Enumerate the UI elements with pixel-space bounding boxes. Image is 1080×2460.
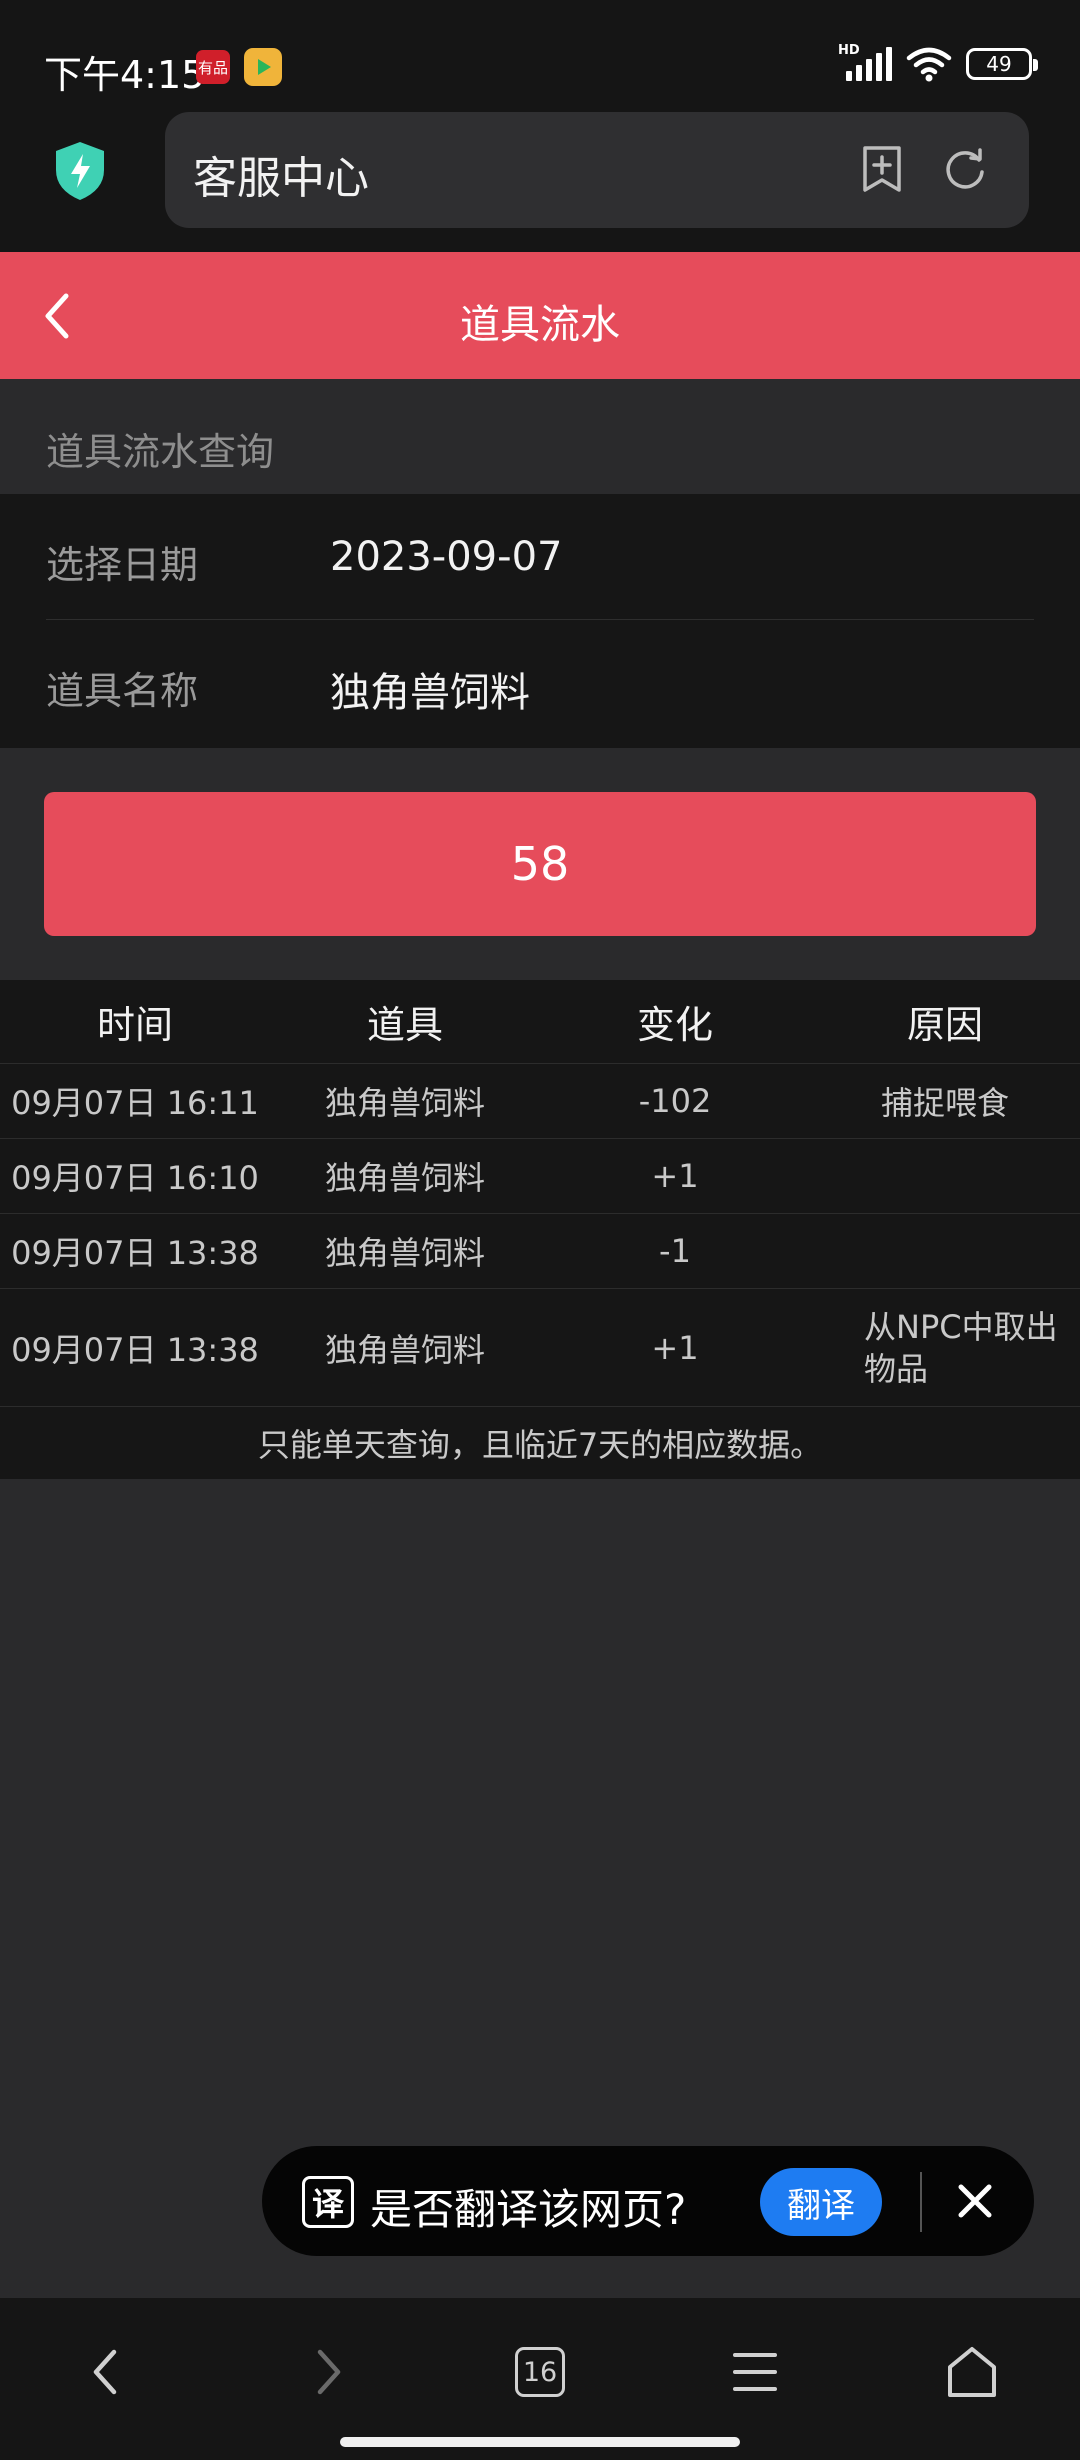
forward-icon xyxy=(317,2349,341,2395)
browser-toolbar: 客服中心 xyxy=(0,110,1080,252)
divider xyxy=(920,2172,922,2232)
table-footnote: 只能单天查询，且临近7天的相应数据。 xyxy=(257,1426,823,1464)
nav-tabs-button[interactable]: 16 xyxy=(500,2332,580,2412)
query-section-title: 道具流水查询 xyxy=(46,430,275,474)
home-icon xyxy=(948,2347,996,2397)
nav-forward-button[interactable] xyxy=(288,2332,368,2412)
refresh-icon[interactable] xyxy=(941,146,989,194)
status-bar: 下午4:15 有品 HD 49 xyxy=(0,0,1080,110)
translate-prompt: 译 是否翻译该网页? 翻译 xyxy=(262,2146,1034,2256)
change-cell: +1 xyxy=(651,1328,699,1367)
table-row: 09月07日 16:11 独角兽饲料 -102 捕捉喂食 xyxy=(0,1064,1080,1139)
address-bar[interactable]: 客服中心 xyxy=(165,112,1029,228)
reason-cell: 捕捉喂食 xyxy=(880,1084,1009,1122)
menu-icon xyxy=(733,2353,777,2391)
item-name-field[interactable]: 独角兽饲料 xyxy=(330,660,530,718)
date-label: 选择日期 xyxy=(46,543,199,587)
item-flow-table: 时间 道具 变化 原因 09月07日 16:11 独角兽饲料 -102 捕捉喂食… xyxy=(0,980,1080,1479)
item-cell: 独角兽饲料 xyxy=(324,1084,485,1122)
date-field[interactable]: 2023-09-07 xyxy=(330,534,562,580)
query-form: 选择日期 2023-09-07 道具名称 独角兽饲料 xyxy=(0,494,1080,748)
change-cell: +1 xyxy=(651,1157,699,1195)
item-count-button[interactable]: 58 xyxy=(44,792,1036,936)
close-icon[interactable] xyxy=(952,2178,998,2224)
reason-cell: 从NPC中取出物品 xyxy=(864,1307,1058,1388)
time-cell: 09月07日 13:38 xyxy=(11,1330,259,1369)
change-cell: -102 xyxy=(638,1082,712,1120)
battery-icon: 49 xyxy=(966,48,1038,80)
time-cell: 09月07日 13:38 xyxy=(11,1234,259,1272)
translate-icon: 译 xyxy=(302,2176,354,2228)
wifi-icon xyxy=(906,47,952,82)
address-text[interactable]: 客服中心 xyxy=(193,142,369,206)
youpin-app-icon: 有品 xyxy=(196,50,230,84)
column-header-item: 道具 xyxy=(366,1003,443,1047)
change-cell: -1 xyxy=(659,1232,691,1270)
add-bookmark-icon[interactable] xyxy=(859,144,905,194)
date-picker-row[interactable]: 选择日期 2023-09-07 xyxy=(0,494,1080,620)
video-app-icon xyxy=(244,48,282,86)
signal-icon: HD xyxy=(838,43,892,81)
page-title: 道具流水 xyxy=(460,302,620,348)
item-cell: 独角兽饲料 xyxy=(324,1330,485,1369)
time-cell: 09月07日 16:10 xyxy=(11,1159,259,1197)
column-header-change: 变化 xyxy=(636,1003,713,1047)
table-row: 09月07日 13:38 独角兽饲料 -1 xyxy=(0,1214,1080,1289)
item-name-label: 道具名称 xyxy=(46,669,199,713)
column-header-reason: 原因 xyxy=(906,1003,983,1047)
translate-question: 是否翻译该网页? xyxy=(370,2185,687,2234)
back-icon xyxy=(93,2349,117,2395)
query-section-header: 道具流水查询 xyxy=(0,379,1080,494)
item-name-row[interactable]: 道具名称 独角兽饲料 xyxy=(0,620,1080,746)
column-header-time: 时间 xyxy=(96,1003,173,1047)
table-row: 09月07日 13:38 独角兽饲料 +1 从NPC中取出物品 xyxy=(0,1289,1080,1407)
status-time: 下午4:15 xyxy=(44,53,206,97)
nav-home-button[interactable] xyxy=(932,2332,1012,2412)
nav-menu-button[interactable] xyxy=(715,2332,795,2412)
nav-back-button[interactable] xyxy=(66,2332,146,2412)
table-row: 09月07日 16:10 独角兽饲料 +1 xyxy=(0,1139,1080,1214)
tab-count-icon: 16 xyxy=(515,2347,565,2397)
page-header: 道具流水 xyxy=(0,252,1080,379)
time-cell: 09月07日 16:11 xyxy=(11,1084,259,1122)
security-shield-icon[interactable] xyxy=(52,140,108,202)
item-cell: 独角兽饲料 xyxy=(324,1159,485,1197)
browser-bottom-nav: 16 xyxy=(0,2298,1080,2460)
translate-button[interactable]: 翻译 xyxy=(760,2168,882,2236)
item-cell: 独角兽饲料 xyxy=(324,1234,485,1272)
battery-level: 49 xyxy=(986,52,1012,76)
table-header: 时间 道具 变化 原因 xyxy=(0,980,1080,1064)
home-indicator[interactable] xyxy=(340,2437,740,2447)
